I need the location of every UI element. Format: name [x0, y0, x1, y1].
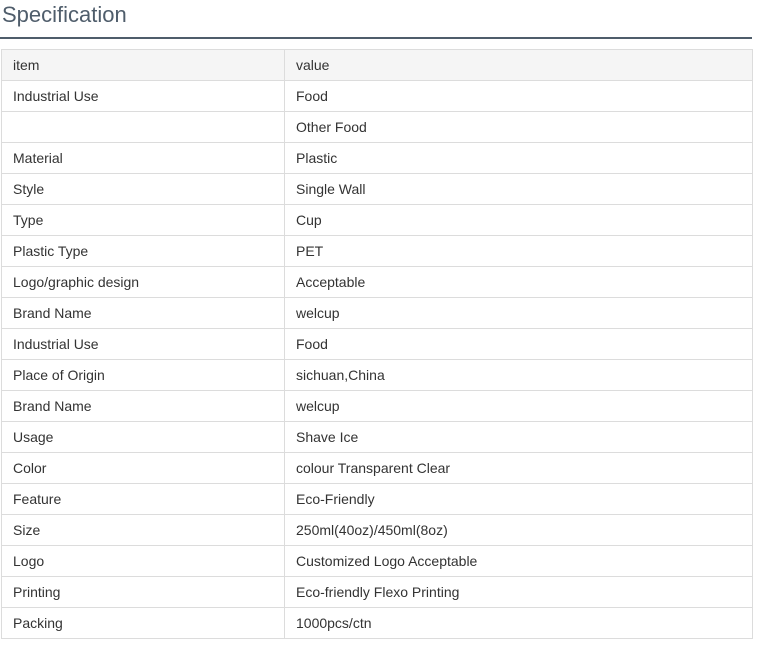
cell-value: 250ml(40oz)/450ml(8oz): [284, 514, 753, 546]
cell-value: Acceptable: [284, 266, 753, 298]
table-row: Other Food: [1, 111, 753, 143]
specification-table: item value Industrial Use Food Other Food M…: [1, 49, 753, 639]
cell-item: Size: [1, 514, 285, 546]
cell-value: 1000pcs/ctn: [284, 607, 753, 639]
cell-value: Single Wall: [284, 173, 753, 205]
table-header-row: item value: [1, 49, 753, 81]
cell-value: Plastic: [284, 142, 753, 174]
cell-item: Style: [1, 173, 285, 205]
cell-value: welcup: [284, 390, 753, 422]
cell-item: [1, 111, 285, 143]
cell-item: Packing: [1, 607, 285, 639]
table-row: Packing 1000pcs/ctn: [1, 607, 753, 639]
table-row: Size 250ml(40oz)/450ml(8oz): [1, 514, 753, 546]
column-header-item: item: [1, 49, 285, 81]
cell-value: Customized Logo Acceptable: [284, 545, 753, 577]
page-title: Specification: [2, 2, 127, 27]
cell-item: Feature: [1, 483, 285, 515]
cell-item: Industrial Use: [1, 80, 285, 112]
table-row: Industrial Use Food: [1, 328, 753, 360]
cell-item: Industrial Use: [1, 328, 285, 360]
cell-value: Eco-Friendly: [284, 483, 753, 515]
cell-item: Place of Origin: [1, 359, 285, 391]
table-body: Industrial Use Food Other Food Material Plas…: [1, 80, 753, 639]
cell-item: Type: [1, 204, 285, 236]
table-row: Usage Shave Ice: [1, 421, 753, 453]
table-row: Place of Origin sichuan,China: [1, 359, 753, 391]
table-row: Brand Name welcup: [1, 297, 753, 329]
column-header-value: value: [284, 49, 753, 81]
table-row: Type Cup: [1, 204, 753, 236]
title-divider: [0, 37, 752, 39]
table-row: Material Plastic: [1, 142, 753, 174]
cell-value: welcup: [284, 297, 753, 329]
table-row: Style Single Wall: [1, 173, 753, 205]
table-row: Plastic Type PET: [1, 235, 753, 267]
cell-item: Brand Name: [1, 297, 285, 329]
cell-item: Logo/graphic design: [1, 266, 285, 298]
table-row: Industrial Use Food: [1, 80, 753, 112]
cell-item: Color: [1, 452, 285, 484]
cell-value: Food: [284, 328, 753, 360]
cell-item: Usage: [1, 421, 285, 453]
table-row: Printing Eco-friendly Flexo Printing: [1, 576, 753, 608]
cell-item: Printing: [1, 576, 285, 608]
cell-value: Eco-friendly Flexo Printing: [284, 576, 753, 608]
table-row: Color colour Transparent Clear: [1, 452, 753, 484]
cell-value: PET: [284, 235, 753, 267]
cell-value: colour Transparent Clear: [284, 452, 753, 484]
table-row: Logo/graphic design Acceptable: [1, 266, 753, 298]
cell-value: sichuan,China: [284, 359, 753, 391]
cell-item: Logo: [1, 545, 285, 577]
table-row: Logo Customized Logo Acceptable: [1, 545, 753, 577]
table-row: Feature Eco-Friendly: [1, 483, 753, 515]
cell-item: Plastic Type: [1, 235, 285, 267]
cell-value: Other Food: [284, 111, 753, 143]
cell-value: Food: [284, 80, 753, 112]
cell-item: Brand Name: [1, 390, 285, 422]
cell-item: Material: [1, 142, 285, 174]
table-row: Brand Name welcup: [1, 390, 753, 422]
cell-value: Shave Ice: [284, 421, 753, 453]
cell-value: Cup: [284, 204, 753, 236]
